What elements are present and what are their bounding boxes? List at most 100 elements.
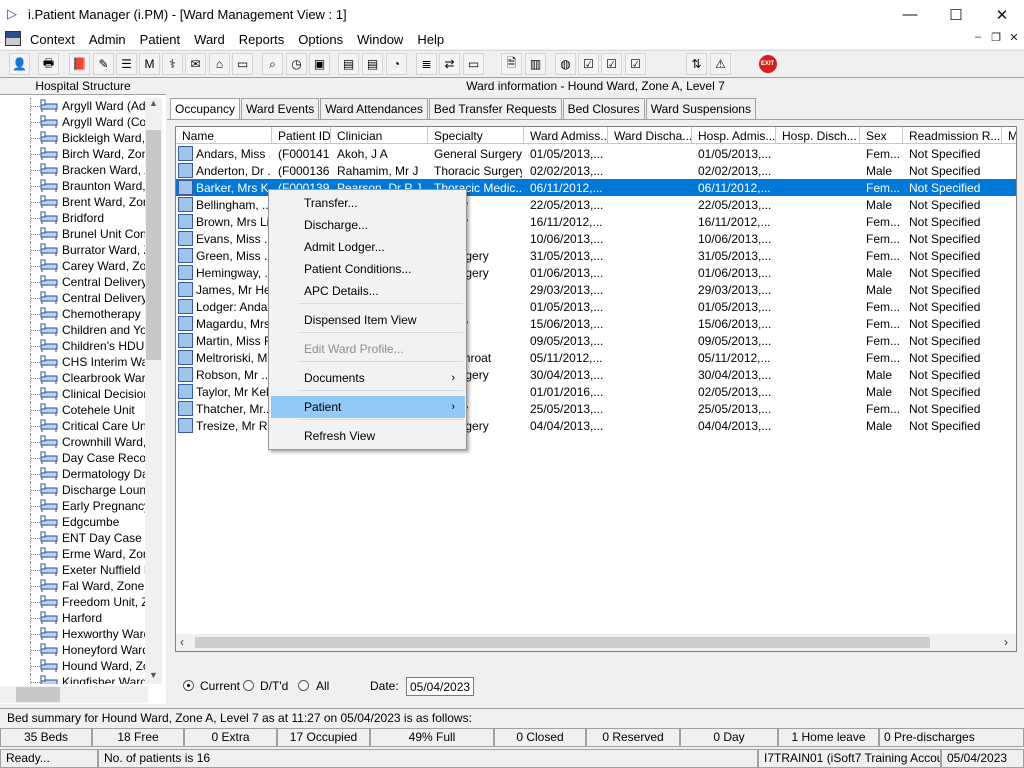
tree-item[interactable]: Kingfisher Ward [0, 674, 148, 684]
context-menu-item-documents[interactable]: Documents › [271, 367, 465, 389]
date-field[interactable]: 05/04/2023 [406, 677, 474, 696]
context-menu-item-discharge[interactable]: Discharge... [271, 214, 465, 236]
column-header-clinician[interactable]: Clinician [331, 127, 428, 144]
tree-item[interactable]: ENT Day Case U [0, 530, 148, 546]
column-header-patient-id[interactable]: Patient ID [272, 127, 331, 144]
context-menu-item-admit-lodger[interactable]: Admit Lodger... [271, 236, 465, 258]
maximize-button[interactable]: ☐ [933, 0, 979, 29]
tree-item[interactable]: Argyll Ward (Adul [0, 98, 148, 114]
current-label[interactable]: Current [200, 679, 240, 693]
scroll-left-icon[interactable]: ‹ [180, 635, 184, 649]
document-window-icon[interactable] [5, 31, 21, 46]
context-menu-item-transfer[interactable]: Transfer... [271, 192, 465, 214]
checklist-toolbar-button[interactable]: ☑ [601, 53, 622, 75]
tree-item[interactable]: Children's HDU (N [0, 338, 148, 354]
tree-item[interactable]: Central Delivery S [0, 274, 148, 290]
column-header-hosp-disch[interactable]: Hosp. Disch... [776, 127, 860, 144]
context-menu-item-patient[interactable]: Patient › [271, 396, 465, 418]
tree-item[interactable]: Bracken Ward, Z [0, 162, 148, 178]
tree-horizontal-scrollbar[interactable] [0, 686, 148, 703]
search-toolbar-button[interactable]: ⌕ [262, 53, 283, 75]
menu-context[interactable]: Context [23, 29, 82, 48]
tree-item[interactable]: Bickleigh Ward, Z [0, 130, 148, 146]
bed-toolbar-button[interactable]: ▭ [463, 53, 484, 75]
swap-toolbar-button[interactable]: ⇅ [686, 53, 707, 75]
context-menu-item-patient-conditions[interactable]: Patient Conditions... [271, 258, 465, 280]
tree-item[interactable]: Harford [0, 610, 148, 626]
grid-horizontal-scrollbar[interactable]: ‹ › [176, 634, 1016, 651]
tree-item[interactable]: Crownhill Ward, Z [0, 434, 148, 450]
screen-toolbar-button[interactable]: ▤ [362, 53, 383, 75]
column-header-ward-admiss[interactable]: Ward Admiss... [524, 127, 608, 144]
chart-toolbar-button[interactable]: ◔ [386, 53, 407, 75]
dtd-radio[interactable] [243, 680, 254, 691]
tab-bed-closures[interactable]: Bed Closures [562, 98, 645, 119]
tree-item[interactable]: Brent Ward, Zone [0, 194, 148, 210]
context-menu-item-apc-details[interactable]: APC Details... [271, 280, 465, 302]
note-toolbar-button[interactable]: ✉ [185, 53, 206, 75]
notes-toolbar-button[interactable]: ≣ [416, 53, 437, 75]
tab-ward-attendances[interactable]: Ward Attendances [320, 98, 428, 119]
scroll-thumb[interactable] [146, 130, 161, 360]
menu-window[interactable]: Window [350, 29, 410, 48]
all-label[interactable]: All [316, 679, 329, 693]
tree-item[interactable]: Hexworthy Ward, [0, 626, 148, 642]
tree-item[interactable]: Brunel Unit Contin [0, 226, 148, 242]
column-header-sex[interactable]: Sex [860, 127, 903, 144]
scroll-down-icon[interactable]: ▼ [145, 670, 162, 684]
table-row[interactable]: Andars, Miss ... (F000141) Akoh, J A Genera… [176, 145, 1016, 162]
tree-item[interactable]: Birch Ward, Zone [0, 146, 148, 162]
tab-ward-suspensions[interactable]: Ward Suspensions [645, 98, 756, 119]
tree-item[interactable]: Burrator Ward, Zo [0, 242, 148, 258]
tree-item[interactable]: Children and You [0, 322, 148, 338]
column-header-hosp-admis[interactable]: Hosp. Admis... [692, 127, 776, 144]
menu-help[interactable]: Help [410, 29, 451, 48]
document-toolbar-button[interactable]: 🗎 [501, 53, 522, 75]
tree-item[interactable]: Clearbrook Ward, [0, 370, 148, 386]
m-toolbar-button[interactable]: M [139, 53, 160, 75]
menu-patient[interactable]: Patient [133, 29, 187, 48]
tree-item[interactable]: Edgcumbe [0, 514, 148, 530]
monitor-toolbar-button[interactable]: ▣ [309, 53, 330, 75]
minimize-button[interactable]: — [887, 0, 933, 29]
menu-ward[interactable]: Ward [187, 29, 232, 48]
user-toolbar-button[interactable]: 👤 [9, 53, 30, 75]
context-menu-item-refresh-view[interactable]: Refresh View [271, 425, 465, 447]
menu-options[interactable]: Options [291, 29, 350, 48]
tree-item[interactable]: Freedom Unit, Zo [0, 594, 148, 610]
exit-button[interactable]: EXIT [757, 53, 778, 75]
menu-reports[interactable]: Reports [232, 29, 292, 48]
tree-item[interactable]: Central Delivery S [0, 290, 148, 306]
tree-item[interactable]: Early Pregnancy U [0, 498, 148, 514]
clock-toolbar-button[interactable]: ◷ [286, 53, 307, 75]
ward-toolbar-button[interactable]: ⌂ [209, 53, 230, 75]
tree-item[interactable]: Critical Care Unit [0, 418, 148, 434]
tree-item[interactable]: Dermatology Day [0, 466, 148, 482]
column-header-me[interactable]: Me [1002, 127, 1016, 144]
column-header-readmission-r[interactable]: Readmission R... [903, 127, 1002, 144]
tree-item[interactable]: Clinical Decision U [0, 386, 148, 402]
mdi-close-button[interactable]: ✕ [1006, 31, 1022, 44]
tree-item[interactable]: Erme Ward, Zone [0, 546, 148, 562]
tree-item[interactable]: Discharge Loung [0, 482, 148, 498]
tab-ward-events[interactable]: Ward Events [241, 98, 320, 119]
bed-toolbar-button[interactable]: ▭ [232, 53, 253, 75]
checklist-toolbar-button[interactable]: ☑ [578, 53, 599, 75]
print-toolbar-button[interactable]: 🖶 [38, 53, 59, 75]
context-menu-item-dispensed-item-view[interactable]: Dispensed Item View [271, 309, 465, 331]
tab-bed-transfer-requests[interactable]: Bed Transfer Requests [428, 98, 562, 119]
tree-item[interactable]: Bridford [0, 210, 148, 226]
current-radio[interactable] [183, 680, 194, 691]
screen-toolbar-button[interactable]: ▤ [338, 53, 359, 75]
checklist-toolbar-button[interactable]: ☑ [625, 53, 646, 75]
globe-toolbar-button[interactable]: ◍ [555, 53, 576, 75]
book-toolbar-button[interactable]: 📕 [69, 53, 90, 75]
tree-vertical-scrollbar[interactable]: ▲ ▼ [145, 98, 162, 684]
all-radio[interactable] [298, 680, 309, 691]
scroll-thumb[interactable] [195, 637, 930, 648]
tree-item[interactable]: Chemotherapy Da [0, 306, 148, 322]
mdi-minimize-button[interactable]: – [970, 31, 986, 43]
transfer-toolbar-button[interactable]: ⇄ [439, 53, 460, 75]
tree-item[interactable]: Braunton Ward, Z [0, 178, 148, 194]
warning-toolbar-button[interactable]: ⚠ [710, 53, 731, 75]
